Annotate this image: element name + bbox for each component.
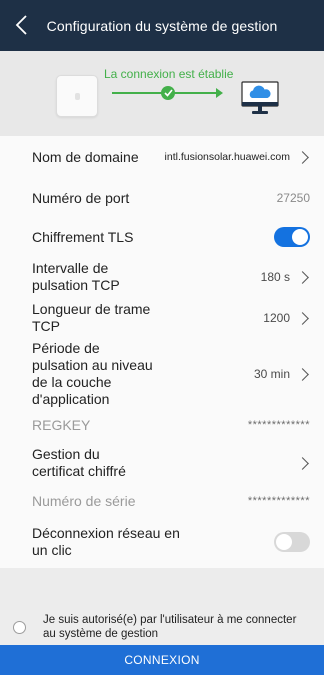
back-button[interactable] — [6, 10, 36, 40]
setting-label-line: Période de — [32, 340, 100, 356]
consent-text-line: au système de gestion — [43, 628, 159, 640]
check-icon — [161, 86, 175, 100]
setting-port[interactable]: Numéro de port 27250 — [0, 178, 324, 218]
setting-one-click-disconnect: Déconnexion réseau en un clic — [0, 516, 324, 568]
tls-toggle[interactable] — [274, 227, 310, 247]
chevron-right-icon — [296, 367, 309, 381]
setting-app-heartbeat[interactable]: Période de pulsation au niveau de la cou… — [0, 338, 324, 410]
chevron-right-icon — [296, 311, 309, 325]
cloud-monitor-icon — [239, 79, 281, 119]
connection-status-text: La connexion est établie — [104, 67, 234, 81]
setting-domain[interactable]: Nom de domaine intl.fusionsolar.huawei.c… — [0, 136, 324, 178]
setting-label-line: certificat chiffré — [32, 463, 126, 479]
consent-text-line: Je suis autorisé(e) par l'utilisateur à … — [43, 614, 297, 626]
setting-label-line: TCP — [32, 318, 60, 334]
setting-label-line: de la couche — [32, 374, 112, 390]
setting-label-line: Gestion du — [32, 446, 100, 462]
toggle-knob — [276, 534, 292, 550]
app-root: Configuration du système de gestion La c… — [0, 0, 324, 675]
setting-label-line: pulsation TCP — [32, 277, 120, 293]
port-value: 27250 — [276, 191, 310, 205]
app-heartbeat-value: 30 min — [253, 367, 290, 381]
setting-serial: Numéro de série ************* — [0, 486, 324, 516]
setting-heartbeat[interactable]: Intervalle de pulsation TCP 180 s — [0, 256, 324, 298]
setting-label-line: d'application — [32, 391, 110, 407]
connection-banner: La connexion est établie — [0, 51, 324, 136]
setting-tls: Chiffrement TLS — [0, 218, 324, 256]
chevron-right-icon — [296, 150, 309, 164]
page-title: Configuration du système de gestion — [46, 17, 278, 34]
setting-label: REGKEY — [32, 416, 91, 433]
connect-button[interactable]: CONNEXION — [0, 645, 324, 675]
setting-label: Nom de domaine — [32, 148, 139, 165]
setting-label-line: pulsation au niveau — [32, 357, 153, 373]
consent-text: Je suis autorisé(e) par l'utilisateur à … — [43, 613, 321, 641]
heartbeat-value: 180 s — [260, 270, 290, 284]
chevron-right-icon — [296, 270, 309, 284]
chevron-right-icon — [296, 456, 309, 470]
one-click-toggle[interactable] — [274, 532, 310, 552]
regkey-value: ************* — [247, 419, 310, 431]
spacer — [0, 568, 324, 610]
frame-value: 1200 — [263, 311, 290, 325]
setting-frame-length[interactable]: Longueur de trame TCP 1200 — [0, 298, 324, 338]
setting-label-line: Longueur de trame — [32, 301, 151, 317]
serial-value: ************* — [247, 495, 310, 507]
chevron-left-icon — [15, 15, 27, 35]
arrow-right-icon — [216, 88, 223, 98]
setting-label-line: Intervalle de — [32, 260, 109, 276]
setting-label-line: un clic — [32, 542, 72, 558]
setting-certificate[interactable]: Gestion du certificat chiffré — [0, 440, 324, 486]
domain-value: intl.fusionsolar.huawei.com — [164, 151, 290, 163]
setting-label: Chiffrement TLS — [32, 228, 134, 245]
settings-list: Nom de domaine intl.fusionsolar.huawei.c… — [0, 136, 324, 568]
setting-label: Numéro de port — [32, 189, 130, 206]
router-icon — [56, 75, 98, 117]
setting-label-line: Déconnexion réseau en — [32, 525, 180, 541]
header-bar: Configuration du système de gestion — [0, 0, 324, 51]
setting-label: Numéro de série — [32, 492, 136, 509]
consent-row: Je suis autorisé(e) par l'utilisateur à … — [0, 610, 324, 644]
setting-regkey: REGKEY ************* — [0, 410, 324, 440]
consent-radio[interactable] — [13, 621, 26, 634]
toggle-knob — [292, 229, 308, 245]
